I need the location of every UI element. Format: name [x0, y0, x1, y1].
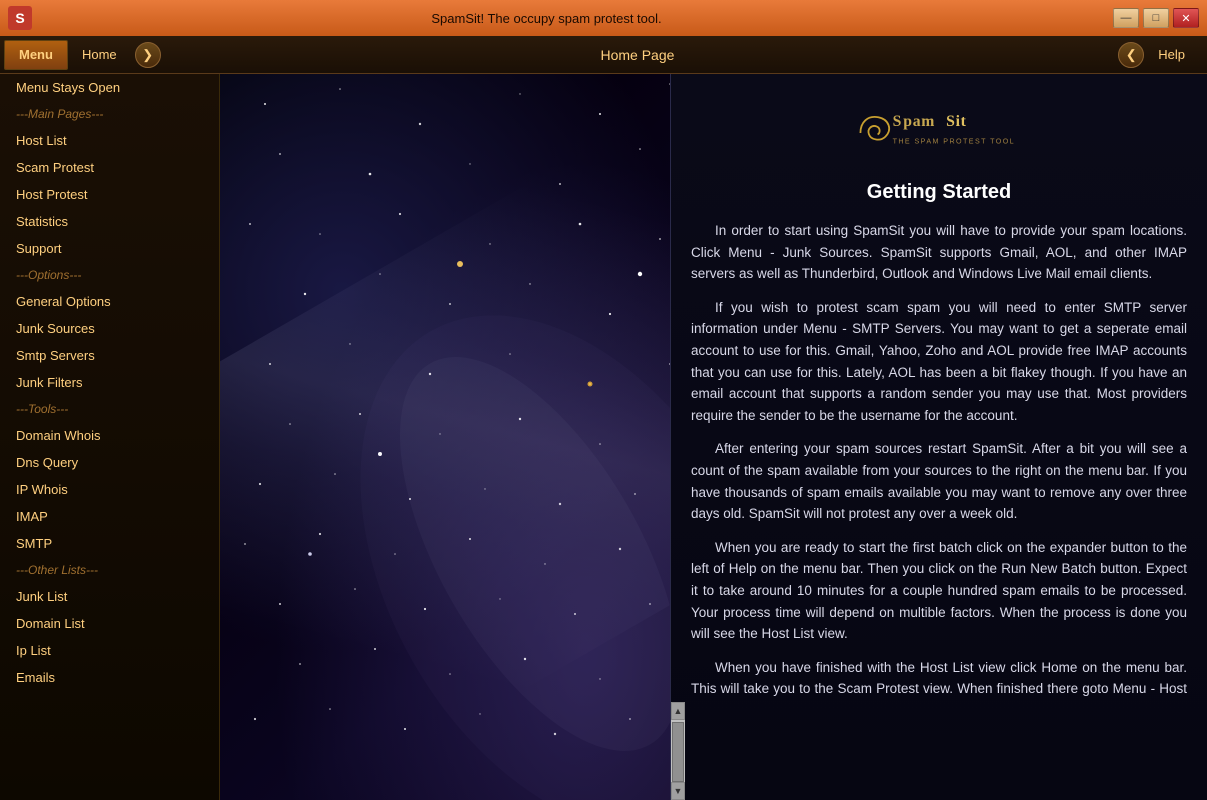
svg-text:pam: pam: [903, 113, 935, 130]
home-button[interactable]: Home: [68, 40, 131, 70]
sidebar-item-support[interactable]: Support: [0, 235, 219, 262]
spamsit-logo: S pam Sit THE SPAM PROTEST TOOL: [839, 98, 1039, 168]
sidebar-main-pages-label: ---Main Pages---: [0, 101, 219, 127]
title-bar-controls: — □ ✕: [1113, 8, 1199, 28]
svg-text:Sit: Sit: [946, 113, 967, 130]
title-bar-left: S: [8, 6, 40, 30]
content-scrollbar[interactable]: ▲ ▼: [671, 702, 685, 800]
sidebar-item-dns-query[interactable]: Dns Query: [0, 449, 219, 476]
sidebar-item-domain-whois[interactable]: Domain Whois: [0, 422, 219, 449]
title-bar-title: SpamSit! The occupy spam protest tool.: [40, 11, 1053, 26]
right-panel: S pam Sit THE SPAM PROTEST TOOL Getting …: [670, 74, 1207, 800]
sidebar-options-label: ---Options---: [0, 262, 219, 288]
content-para-3: After entering your spam sources restart…: [691, 438, 1187, 524]
sidebar-other-label: ---Other Lists---: [0, 557, 219, 583]
sidebar-item-host-list[interactable]: Host List: [0, 127, 219, 154]
content-body: In order to start using SpamSit you will…: [691, 220, 1187, 702]
title-bar: S SpamSit! The occupy spam protest tool.…: [0, 0, 1207, 36]
main-layout: Menu Stays Open ---Main Pages--- Host Li…: [0, 74, 1207, 800]
menu-button[interactable]: Menu: [4, 40, 68, 70]
content-para-1: In order to start using SpamSit you will…: [691, 220, 1187, 285]
sidebar-item-host-protest[interactable]: Host Protest: [0, 181, 219, 208]
logo-area: S pam Sit THE SPAM PROTEST TOOL: [691, 90, 1187, 173]
scroll-down-arrow[interactable]: ▼: [671, 782, 685, 800]
svg-text:THE SPAM PROTEST TOOL: THE SPAM PROTEST TOOL: [893, 138, 1016, 146]
sidebar-item-ip-list[interactable]: Ip List: [0, 637, 219, 664]
close-button[interactable]: ✕: [1173, 8, 1199, 28]
sidebar-item-statistics[interactable]: Statistics: [0, 208, 219, 235]
sidebar: Menu Stays Open ---Main Pages--- Host Li…: [0, 74, 220, 800]
nav-forward-button[interactable]: ❯: [135, 42, 161, 68]
minimize-button[interactable]: —: [1113, 8, 1139, 28]
sidebar-item-general-options[interactable]: General Options: [0, 288, 219, 315]
sidebar-item-smtp[interactable]: SMTP: [0, 530, 219, 557]
sidebar-item-smtp-servers[interactable]: Smtp Servers: [0, 342, 219, 369]
sidebar-item-scam-protest[interactable]: Scam Protest: [0, 154, 219, 181]
maximize-button[interactable]: □: [1143, 8, 1169, 28]
sidebar-item-emails[interactable]: Emails: [0, 664, 219, 691]
sidebar-tools-label: ---Tools---: [0, 396, 219, 422]
nav-back-button[interactable]: ❮: [1118, 42, 1144, 68]
help-button[interactable]: Help: [1144, 40, 1199, 70]
scroll-up-arrow[interactable]: ▲: [671, 702, 685, 720]
menu-bar: Menu Home ❯ Home Page ❮ Help: [0, 36, 1207, 74]
sidebar-menu-stays-open[interactable]: Menu Stays Open: [0, 74, 219, 101]
sidebar-item-ip-whois[interactable]: IP Whois: [0, 476, 219, 503]
content-para-5: When you have finished with the Host Lis…: [691, 657, 1187, 702]
content-heading: Getting Started: [691, 181, 1187, 204]
sidebar-item-junk-filters[interactable]: Junk Filters: [0, 369, 219, 396]
sidebar-item-junk-list[interactable]: Junk List: [0, 583, 219, 610]
content-para-4: When you are ready to start the first ba…: [691, 537, 1187, 645]
app-icon: S: [8, 6, 32, 30]
sidebar-item-domain-list[interactable]: Domain List: [0, 610, 219, 637]
scroll-thumb[interactable]: [672, 722, 684, 782]
content-para-2: If you wish to protest scam spam you wil…: [691, 297, 1187, 427]
content-area: S pam Sit THE SPAM PROTEST TOOL Getting …: [220, 74, 1207, 800]
content-scroll[interactable]: S pam Sit THE SPAM PROTEST TOOL Getting …: [671, 74, 1207, 702]
sidebar-item-imap[interactable]: IMAP: [0, 503, 219, 530]
svg-text:S: S: [893, 113, 902, 130]
sidebar-item-junk-sources[interactable]: Junk Sources: [0, 315, 219, 342]
page-title: Home Page: [161, 47, 1115, 63]
